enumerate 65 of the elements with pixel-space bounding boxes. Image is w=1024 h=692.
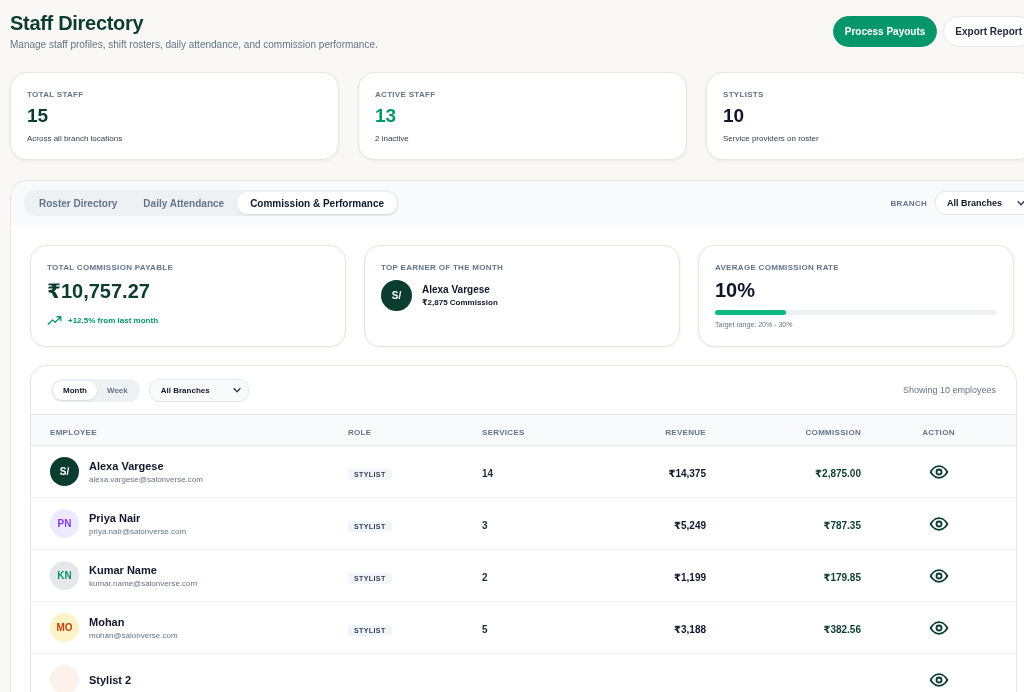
column-header: EMPLOYEE (50, 428, 97, 437)
export-button[interactable]: Export Report (943, 16, 1024, 47)
summary-label: AVERAGE COMMISSION RATE (715, 263, 840, 272)
earner-amount: ₹2,875 Commission (422, 298, 498, 307)
commission-amount: ₹787.35 (823, 519, 861, 531)
employee-name: Kumar Name (89, 563, 158, 576)
avatar-initials: KN (57, 570, 72, 581)
column-header: COMMISSION (805, 428, 861, 437)
employee-email: kumar.name@salonverse.com (89, 578, 198, 588)
period-toggle[interactable]: Month (53, 380, 97, 400)
employee-name: Priya Nair (89, 511, 142, 524)
page-subtitle: Manage staff profiles, shift rosters, daily attendance, and commission performance. (10, 39, 378, 50)
revenue-amount: ₹3,188 (674, 623, 706, 635)
tab[interactable]: Daily Attendance (130, 192, 238, 214)
services-count: 3 (482, 519, 488, 531)
revenue-amount: ₹5,249 (674, 519, 706, 531)
employee-name: Stylist 2 (89, 673, 132, 686)
rate-value: 10% (715, 279, 757, 302)
stat-value: 15 (27, 105, 50, 127)
commission-amount: ₹2,875.00 (815, 467, 861, 479)
payouts-button[interactable]: Process Payouts (832, 16, 938, 47)
avatar-initials: S/ (59, 466, 70, 477)
stat-note: Across all branch locations (27, 134, 124, 143)
commission-amount: ₹382.56 (823, 623, 861, 635)
employee-name: Alexa Vargese (89, 459, 165, 472)
branch-dropdown[interactable]: All Branches (934, 191, 1024, 215)
stat-value: 10 (723, 105, 746, 127)
stat-label: ACTIVE STAFF (375, 90, 437, 99)
services-count: 14 (482, 467, 494, 479)
branch-dropdown[interactable]: All Branches (148, 378, 249, 402)
trend-text: +12.5% from last month (68, 316, 159, 325)
revenue-amount: ₹14,375 (668, 467, 706, 479)
revenue-amount: ₹1,199 (674, 571, 706, 583)
tab[interactable]: Roster Directory (26, 192, 131, 214)
caret-icon (1016, 198, 1024, 208)
employee-name: Mohan (89, 615, 126, 628)
stat-note: Service providers on roster (723, 134, 820, 143)
column-header: REVENUE (665, 428, 706, 437)
employee-email: mohan@salonverse.com (89, 630, 178, 640)
period-toggle[interactable]: Week (97, 380, 138, 400)
column-header: SERVICES (482, 428, 525, 437)
avatar: S/ (381, 280, 412, 311)
employee-count: Showing 10 employees (902, 385, 996, 395)
employee-email: alexa.vargese@salonverse.com (89, 474, 203, 484)
earner-name: Alexa Vargese (422, 284, 491, 295)
commission-total: ₹10,757.27 (47, 279, 151, 303)
summary-label: TOTAL COMMISSION PAYABLE (47, 263, 175, 272)
avatar-initials: PN (57, 518, 72, 529)
caret-icon (231, 385, 242, 395)
column-header: ROLE (348, 428, 372, 437)
tab[interactable]: Commission & Performance (237, 192, 398, 214)
stat-note: 2 inactive (375, 134, 410, 143)
column-header: ACTION (922, 428, 955, 437)
stat-label: STYLISTS (723, 90, 765, 99)
services-count: 2 (482, 571, 488, 583)
stat-value: 13 (375, 105, 398, 127)
page-title: Staff Directory (10, 12, 145, 35)
avatar-initials: MO (56, 622, 73, 633)
services-count: 5 (482, 623, 488, 635)
branch-label: BRANCH (890, 198, 927, 208)
stat-label: TOTAL STAFF (27, 90, 85, 99)
trend-up-icon (47, 313, 62, 328)
summary-label: TOP EARNER OF THE MONTH (381, 263, 505, 272)
employee-email: priya.nair@salonverse.com (89, 526, 187, 536)
commission-amount: ₹179.85 (823, 571, 861, 583)
